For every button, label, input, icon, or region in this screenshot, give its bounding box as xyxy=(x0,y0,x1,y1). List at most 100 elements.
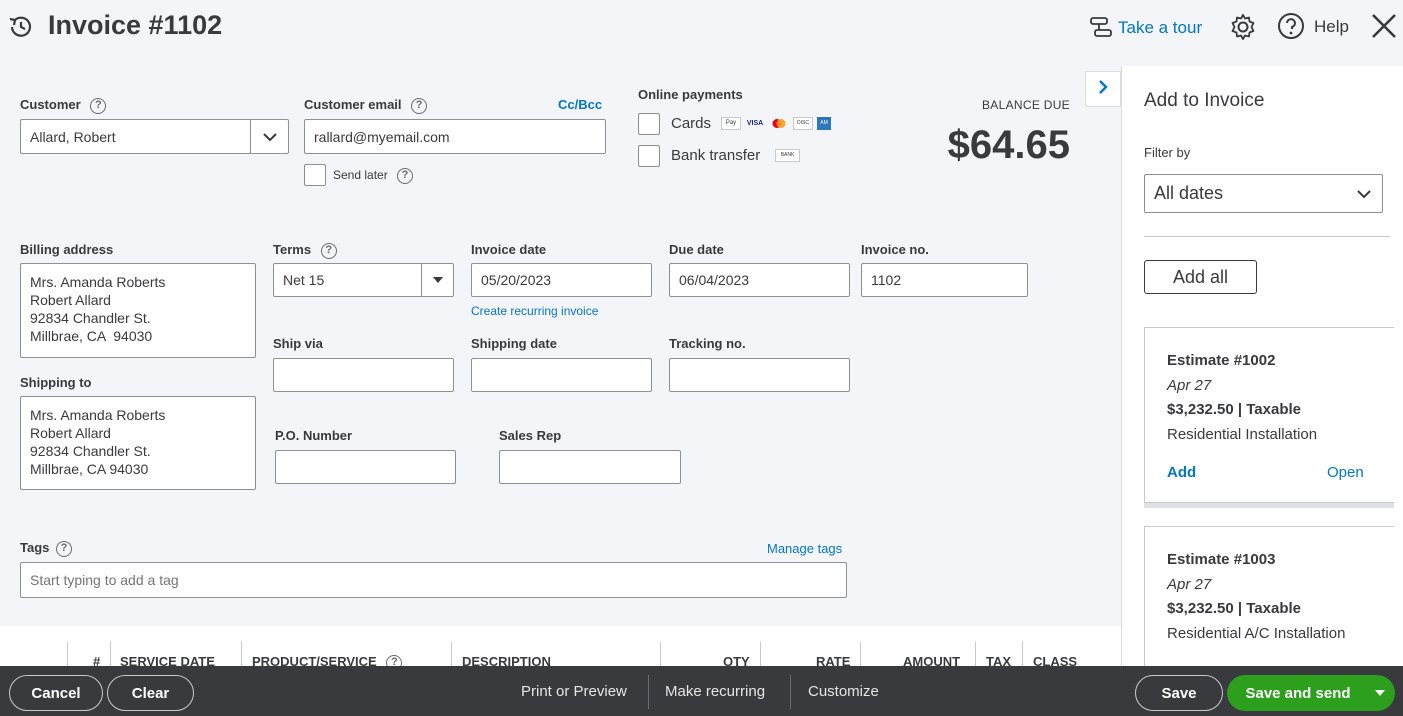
address-line: Mrs. Amanda Roberts xyxy=(30,407,166,423)
address-line: Robert Allard xyxy=(30,425,111,441)
create-recurring-link[interactable]: Create recurring invoice xyxy=(471,304,598,318)
column-divider xyxy=(860,642,861,666)
cc-bcc-link[interactable]: Cc/Bcc xyxy=(558,97,602,112)
add-estimate-link[interactable]: Add xyxy=(1167,464,1196,481)
estimate-date: Apr 27 xyxy=(1167,377,1212,394)
caret-down-icon[interactable] xyxy=(1365,675,1395,711)
address-line: Millbrae, CA 94030 xyxy=(30,461,149,477)
terms-select[interactable]: Net 15 xyxy=(273,263,454,297)
footer-divider xyxy=(648,675,649,709)
action-footer: Cancel Clear Print or Preview Make recur… xyxy=(0,666,1403,716)
customer-label: Customer ? xyxy=(20,97,107,114)
bank-transfer-checkbox[interactable] xyxy=(638,145,660,167)
gear-icon[interactable] xyxy=(1228,12,1258,42)
line-items-table-header: # SERVICE DATE PRODUCT/SERVICE ? DESCRIP… xyxy=(0,626,1121,671)
customer-email-label: Customer email ? xyxy=(304,97,428,114)
estimate-amount: $3,232.50 | Taxable xyxy=(1167,600,1302,617)
balance-due-label: BALANCE DUE xyxy=(982,98,1070,112)
online-payments-label: Online payments xyxy=(638,87,743,102)
send-later-checkbox[interactable] xyxy=(304,164,326,186)
close-icon[interactable] xyxy=(1370,12,1398,40)
save-and-send-group: Save and send xyxy=(1227,675,1395,711)
sales-rep-input[interactable] xyxy=(499,450,681,484)
column-divider xyxy=(660,642,661,666)
estimate-amount: $3,232.50 | Taxable xyxy=(1167,401,1302,418)
collapse-panel-button[interactable] xyxy=(1085,71,1121,107)
help-circle-icon[interactable]: ? xyxy=(320,242,337,259)
sales-rep-label: Sales Rep xyxy=(499,428,562,443)
chevron-down-icon xyxy=(1356,183,1372,204)
cancel-button[interactable]: Cancel xyxy=(9,675,103,711)
open-estimate-link[interactable]: Open xyxy=(1327,464,1364,481)
help-circle-icon[interactable]: ? xyxy=(411,97,428,114)
visa-icon: VISA xyxy=(746,120,764,127)
column-divider xyxy=(451,642,452,666)
help-circle-icon[interactable]: ? xyxy=(90,97,107,114)
shipping-date-label: Shipping date xyxy=(471,336,557,351)
filter-dates-select[interactable]: All dates xyxy=(1144,174,1383,213)
customer-select[interactable]: Allard, Robert xyxy=(20,119,289,154)
page-title: Invoice #1102 xyxy=(48,10,223,40)
send-later-label: Send later ? xyxy=(333,168,414,184)
page-header: Invoice #1102 Take a tour Help xyxy=(0,0,1403,56)
discover-icon: DISC xyxy=(793,117,813,130)
po-number-label: P.O. Number xyxy=(275,428,353,443)
tracking-no-label: Tracking no. xyxy=(669,336,746,351)
billing-address-label: Billing address xyxy=(20,242,114,257)
due-date-input[interactable]: 06/04/2023 xyxy=(669,263,850,297)
address-line: 92834 Chandler St. xyxy=(30,443,151,459)
caret-down-icon[interactable] xyxy=(421,264,453,296)
manage-tags-link[interactable]: Manage tags xyxy=(767,541,842,556)
chevron-right-icon xyxy=(1098,79,1108,100)
ship-via-input[interactable] xyxy=(273,358,454,392)
balance-due-amount: $64.65 xyxy=(947,123,1070,167)
tags-input[interactable] xyxy=(20,562,847,598)
shipping-address-input[interactable]: Mrs. Amanda Roberts Robert Allard 92834 … xyxy=(20,396,256,490)
invoice-date-input[interactable]: 05/20/2023 xyxy=(471,263,652,297)
column-divider xyxy=(975,642,976,666)
help-circle-icon[interactable]: ? xyxy=(397,168,414,184)
clear-button[interactable]: Clear xyxy=(107,675,194,711)
make-recurring-button[interactable]: Make recurring xyxy=(665,683,765,700)
panel-title: Add to Invoice xyxy=(1144,90,1265,111)
bank-transfer-label: Bank transfer xyxy=(671,147,761,164)
help-label[interactable]: Help xyxy=(1314,17,1349,37)
shipping-date-input[interactable] xyxy=(471,358,652,392)
estimate-product: Residential Installation xyxy=(1167,426,1318,443)
address-line: Millbrae, CA 94030 xyxy=(30,328,153,344)
invoice-date-label: Invoice date xyxy=(471,242,547,257)
shipping-to-label: Shipping to xyxy=(20,375,92,390)
customize-button[interactable]: Customize xyxy=(808,683,879,700)
cards-checkbox[interactable] xyxy=(638,113,660,135)
filter-by-label: Filter by xyxy=(1144,145,1191,160)
tags-label: Tags ? xyxy=(20,540,73,557)
column-divider xyxy=(110,642,111,666)
estimate-card: Estimate #1002 Apr 27 $3,232.50 | Taxabl… xyxy=(1144,327,1394,503)
print-preview-button[interactable]: Print or Preview xyxy=(521,683,627,700)
customer-email-input[interactable]: rallard@myemail.com xyxy=(304,119,606,154)
bank-icon: BANK xyxy=(775,149,800,162)
billing-address-input[interactable]: Mrs. Amanda Roberts Robert Allard 92834 … xyxy=(20,263,256,358)
filter-value: All dates xyxy=(1154,183,1224,203)
mastercard-icon xyxy=(769,117,789,130)
save-button[interactable]: Save xyxy=(1135,675,1223,711)
card-shadow xyxy=(1144,503,1394,508)
amex-icon: AM xyxy=(817,117,831,130)
add-all-button[interactable]: Add all xyxy=(1144,260,1257,294)
address-line: 92834 Chandler St. xyxy=(30,310,151,326)
chevron-down-icon[interactable] xyxy=(250,120,288,153)
cards-label: Cards xyxy=(671,115,712,132)
address-line: Mrs. Amanda Roberts xyxy=(30,274,166,290)
recent-history-icon[interactable] xyxy=(6,12,36,42)
help-icon[interactable] xyxy=(1277,12,1305,40)
take-tour-link[interactable]: Take a tour xyxy=(1118,18,1202,38)
po-number-input[interactable] xyxy=(275,450,456,484)
address-line: Robert Allard xyxy=(30,292,111,308)
tour-icon[interactable] xyxy=(1088,15,1114,41)
column-divider xyxy=(760,642,761,666)
save-and-send-button[interactable]: Save and send xyxy=(1227,685,1365,702)
tracking-no-input[interactable] xyxy=(669,358,850,392)
invoice-no-input[interactable]: 1102 xyxy=(861,263,1028,297)
help-circle-icon[interactable]: ? xyxy=(56,540,73,557)
estimate-product: Residential A/C Installation xyxy=(1167,625,1346,642)
